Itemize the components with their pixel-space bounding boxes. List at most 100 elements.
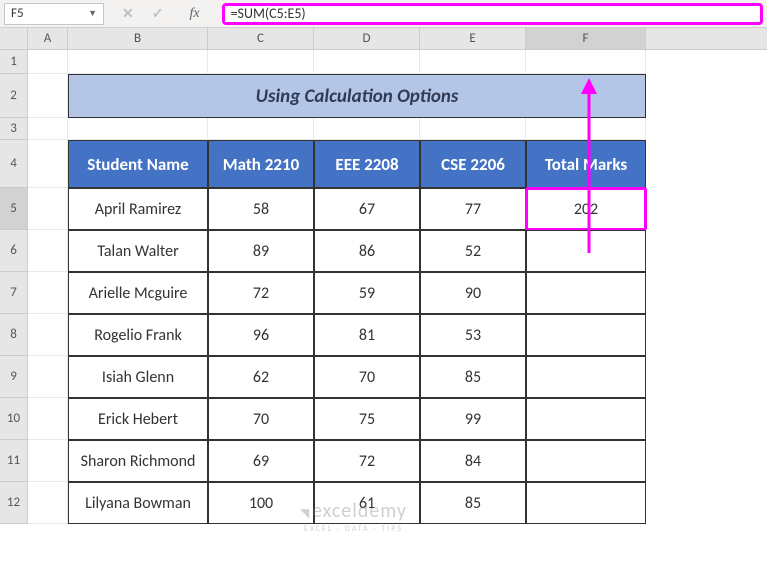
table-cell[interactable]: Talan Walter: [68, 230, 208, 272]
fx-icon[interactable]: fx: [189, 6, 199, 22]
row-header-8[interactable]: 8: [0, 314, 28, 356]
table-cell[interactable]: [526, 230, 646, 272]
header-total[interactable]: Total Marks: [526, 140, 646, 188]
cell[interactable]: [208, 118, 314, 140]
row-header-5[interactable]: 5: [0, 188, 28, 230]
cell[interactable]: [314, 50, 420, 74]
cell[interactable]: [28, 482, 68, 524]
table-cell[interactable]: 81: [314, 314, 420, 356]
table-cell[interactable]: 89: [208, 230, 314, 272]
name-box[interactable]: F5 ▼: [4, 3, 104, 25]
table-cell[interactable]: Lilyana Bowman: [68, 482, 208, 524]
cell[interactable]: [314, 118, 420, 140]
table-cell[interactable]: April Ramirez: [68, 188, 208, 230]
table-cell[interactable]: [526, 356, 646, 398]
cell[interactable]: [208, 50, 314, 74]
table-cell[interactable]: 84: [420, 440, 526, 482]
table-cell[interactable]: Sharon Richmond: [68, 440, 208, 482]
cell[interactable]: [68, 50, 208, 74]
cell[interactable]: [526, 118, 646, 140]
cell[interactable]: [28, 398, 68, 440]
row-header-2[interactable]: 2: [0, 74, 28, 118]
table-cell[interactable]: 75: [314, 398, 420, 440]
cell-F5[interactable]: 202: [526, 188, 646, 230]
table-cell[interactable]: 58: [208, 188, 314, 230]
row-header-7[interactable]: 7: [0, 272, 28, 314]
cell[interactable]: [420, 118, 526, 140]
table-cell[interactable]: 72: [208, 272, 314, 314]
title-cell[interactable]: Using Calculation Options: [68, 74, 646, 118]
cell[interactable]: [420, 50, 526, 74]
confirm-icon[interactable]: ✓: [152, 5, 164, 22]
col-header-D[interactable]: D: [314, 28, 420, 49]
row-header-4[interactable]: 4: [0, 140, 28, 188]
cell[interactable]: [526, 50, 646, 74]
cell[interactable]: [68, 118, 208, 140]
cell[interactable]: [28, 440, 68, 482]
watermark-tagline: EXCEL · DATA · TIPS: [304, 524, 403, 534]
header-math[interactable]: Math 2210: [208, 140, 314, 188]
table-cell[interactable]: 85: [420, 356, 526, 398]
formula-bar-text: =SUM(C5:E5): [231, 5, 306, 22]
select-all-corner[interactable]: [0, 28, 28, 49]
col-header-F[interactable]: F: [526, 28, 646, 49]
formula-bar-icons: ✕ ✓ fx: [108, 5, 222, 22]
name-box-dropdown-icon[interactable]: ▼: [88, 8, 97, 19]
table-cell[interactable]: 70: [314, 356, 420, 398]
table-cell[interactable]: 53: [420, 314, 526, 356]
table-cell[interactable]: 90: [420, 272, 526, 314]
cell[interactable]: [28, 140, 68, 188]
cell[interactable]: [28, 356, 68, 398]
table-cell[interactable]: 77: [420, 188, 526, 230]
table-cell[interactable]: 85: [420, 482, 526, 524]
table-cell[interactable]: 100: [208, 482, 314, 524]
table-cell[interactable]: [526, 272, 646, 314]
table-cell[interactable]: 72: [314, 440, 420, 482]
row-header-11[interactable]: 11: [0, 440, 28, 482]
row-header-10[interactable]: 10: [0, 398, 28, 440]
cell[interactable]: [28, 230, 68, 272]
table-cell[interactable]: Isiah Glenn: [68, 356, 208, 398]
table-cell[interactable]: Erick Hebert: [68, 398, 208, 440]
table-cell[interactable]: 62: [208, 356, 314, 398]
table-cell[interactable]: Rogelio Frank: [68, 314, 208, 356]
table-cell[interactable]: [526, 440, 646, 482]
cancel-icon[interactable]: ✕: [122, 5, 134, 22]
spreadsheet: A B C D E F 1 2 3 4 5 6 7 8 9 10 11 12 U…: [0, 28, 767, 524]
table-cell[interactable]: [526, 482, 646, 524]
row-headers: 1 2 3 4 5 6 7 8 9 10 11 12: [0, 50, 28, 524]
row-header-3[interactable]: 3: [0, 118, 28, 140]
row-header-1[interactable]: 1: [0, 50, 28, 74]
table-cell[interactable]: 67: [314, 188, 420, 230]
table-cell[interactable]: Arielle Mcguire: [68, 272, 208, 314]
column-headers: A B C D E F: [0, 28, 767, 50]
table-cell[interactable]: 52: [420, 230, 526, 272]
table-cell[interactable]: 96: [208, 314, 314, 356]
cell[interactable]: [28, 50, 68, 74]
table-cell[interactable]: 86: [314, 230, 420, 272]
cell[interactable]: [28, 118, 68, 140]
table-cell[interactable]: 59: [314, 272, 420, 314]
col-header-B[interactable]: B: [68, 28, 208, 49]
cell[interactable]: [28, 272, 68, 314]
cell[interactable]: [28, 74, 68, 118]
table-cell[interactable]: [526, 314, 646, 356]
table-cell[interactable]: [526, 398, 646, 440]
row-header-12[interactable]: 12: [0, 482, 28, 524]
table-cell[interactable]: 99: [420, 398, 526, 440]
cell[interactable]: [28, 314, 68, 356]
table-cell[interactable]: 69: [208, 440, 314, 482]
formula-bar[interactable]: =SUM(C5:E5): [222, 3, 763, 25]
row-header-6[interactable]: 6: [0, 230, 28, 272]
header-student[interactable]: Student Name: [68, 140, 208, 188]
formula-toolbar: F5 ▼ ✕ ✓ fx =SUM(C5:E5): [0, 0, 767, 28]
cell[interactable]: [28, 188, 68, 230]
col-header-C[interactable]: C: [208, 28, 314, 49]
col-header-E[interactable]: E: [420, 28, 526, 49]
col-header-A[interactable]: A: [28, 28, 68, 49]
table-cell[interactable]: 61: [314, 482, 420, 524]
table-cell[interactable]: 70: [208, 398, 314, 440]
header-eee[interactable]: EEE 2208: [314, 140, 420, 188]
row-header-9[interactable]: 9: [0, 356, 28, 398]
header-cse[interactable]: CSE 2206: [420, 140, 526, 188]
